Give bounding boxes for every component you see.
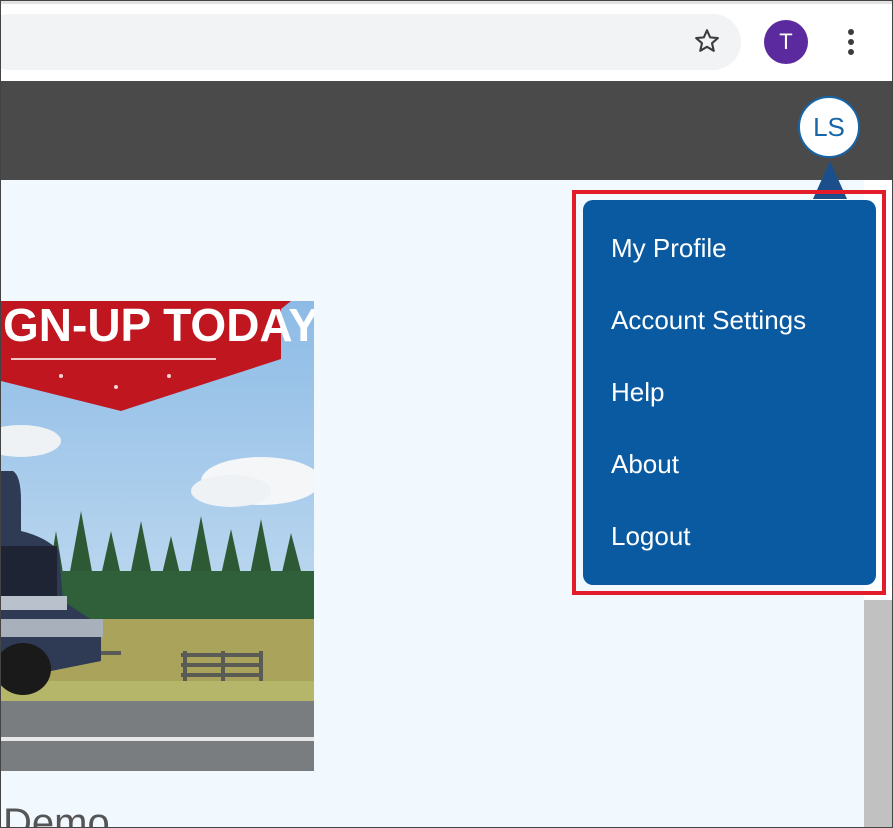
promo-image[interactable]: GN-UP TODAY [1,301,314,771]
menu-item-logout[interactable]: Logout [611,521,691,552]
menu-item-my-profile[interactable]: My Profile [611,233,727,264]
promo-banner-text: GN-UP TODAY [3,301,314,351]
browser-toolbar: T [1,1,892,81]
star-icon[interactable] [689,23,725,59]
app-header-bar [1,81,892,180]
address-bar[interactable] [1,14,741,70]
menu-item-help[interactable]: Help [611,377,664,408]
user-avatar-button[interactable]: LS [798,96,860,158]
menu-item-account-settings[interactable]: Account Settings [611,305,806,336]
scrollbar-thumb[interactable] [864,600,892,827]
screenshot-frame: T GN-UP TODAY Demo LS My Profile Account… [0,0,893,828]
tab-strip-edge [1,1,892,4]
user-menu-dropdown: My Profile Account Settings Help About L… [583,200,876,585]
browser-profile-avatar[interactable]: T [764,20,808,64]
menu-item-about[interactable]: About [611,449,679,480]
kebab-menu-icon[interactable] [839,25,863,59]
section-heading-partial: Demo [3,801,110,828]
